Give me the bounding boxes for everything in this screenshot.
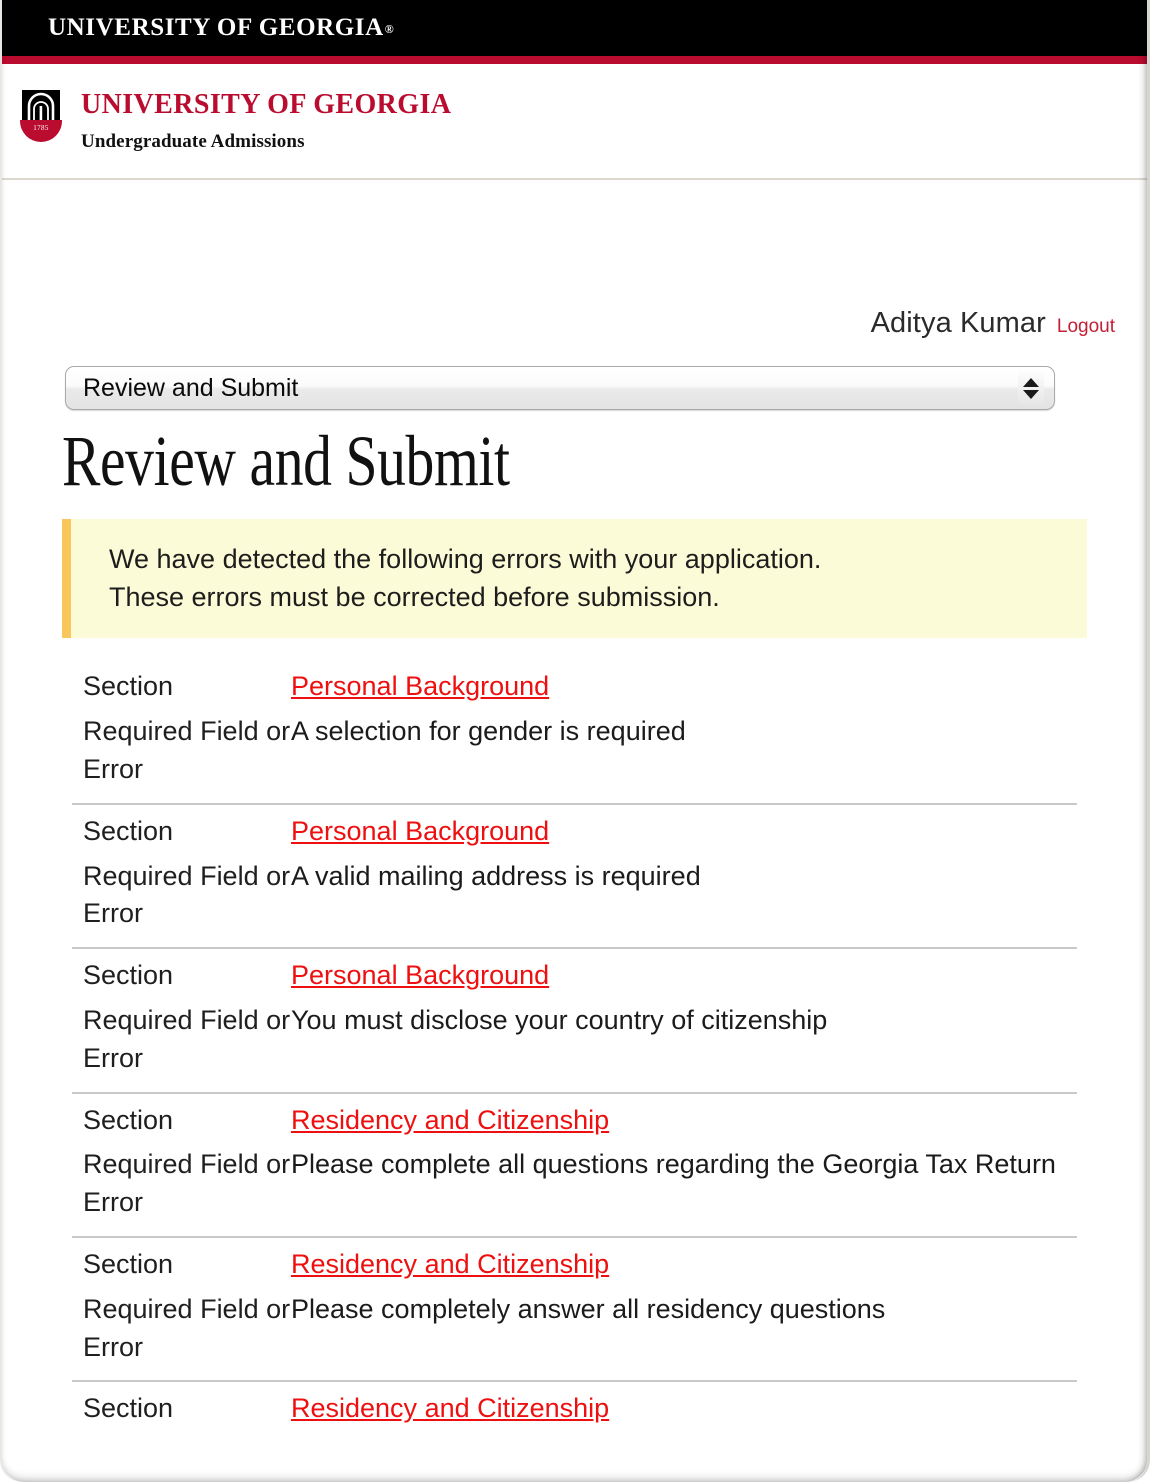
section-link[interactable]: Residency and Citizenship [291,1105,609,1135]
uga-arch-icon[interactable]: 1785 [20,90,62,144]
error-row-section-label: Section [83,1249,174,1280]
table-row: Section Personal Background Required Fie… [72,805,1077,950]
error-row-message-label: Required Field or Error [83,860,291,929]
error-row-message-label: Required Field or Error [83,1293,291,1362]
masthead-divider [2,178,1147,180]
site-masthead: 1785 UNIVERSITY OF GEORGIA Undergraduate… [2,64,1147,178]
error-row-message-line: Required Field or Error A selection for … [72,713,1077,789]
error-row-message-value: Please completely answer all residency q… [291,1293,886,1324]
error-row-section-value: Residency and Citizenship [291,1102,1077,1140]
error-row-section-label: Section [83,815,174,846]
account-bar: Aditya Kumar Logout [2,307,1147,347]
error-row-section-label: Section [83,1393,174,1424]
error-row-message-value: You must disclose your country of citize… [291,1005,828,1036]
section-link[interactable]: Personal Background [291,671,549,701]
section-link[interactable]: Residency and Citizenship [291,1393,609,1423]
error-row-message-line: Required Field or Error A valid mailing … [72,858,1077,934]
error-row-section-line: Section Residency and Citizenship [72,1102,1077,1140]
brand-wordmark: UNIVERSITY OF GEORGIA Undergraduate Admi… [81,88,451,153]
error-row-section-label: Section [83,960,174,991]
section-select-wrapper: Review and Submit [65,366,1055,410]
error-row-section-line: Section Personal Background [72,813,1077,851]
error-row-section-line: Section Personal Background [72,957,1077,995]
error-list: Section Personal Background Required Fie… [72,660,1077,1449]
error-row-section-value: Residency and Citizenship [291,1390,1077,1428]
logout-link[interactable]: Logout [1057,316,1115,338]
crimson-accent-bar [2,56,1147,64]
error-alert-line-2: These errors must be corrected before su… [109,582,720,613]
arch-icon-year: 1785 [33,124,49,132]
account-user-name: Aditya Kumar [870,307,1046,339]
section-link[interactable]: Residency and Citizenship [291,1249,609,1279]
table-row: Section Residency and Citizenship Requir… [72,1238,1077,1383]
error-row-message-value: Please complete all questions regarding … [291,1149,1056,1180]
browser-page-frame: UNIVERSITY OF GEORGIA® 1785 UNIVERSITY O… [0,0,1150,1482]
error-row-message-value: A valid mailing address is required [291,860,701,891]
error-alert-banner: We have detected the following errors wi… [62,518,1087,639]
table-row: Section Residency and Citizenship [72,1382,1077,1449]
error-row-message-line: Required Field or Error Please completel… [72,1291,1077,1367]
uga-global-header-title: UNIVERSITY OF GEORGIA® [48,14,395,41]
table-row: Section Personal Background Required Fie… [72,660,1077,805]
error-row-message-label: Required Field or Error [83,1149,291,1218]
uga-global-header: UNIVERSITY OF GEORGIA® [2,0,1147,56]
error-row-message-label: Required Field or Error [83,1005,291,1073]
error-row-message-line: Required Field or Error You must disclos… [72,1002,1077,1078]
page-title: Review and Submit [62,421,510,501]
error-row-section-label: Section [83,671,174,702]
section-link[interactable]: Personal Background [291,816,549,846]
table-row: Section Residency and Citizenship Requir… [72,1094,1077,1239]
error-row-message-line: Required Field or Error Please complete … [72,1146,1077,1222]
brand-title: UNIVERSITY OF GEORGIA [81,89,452,120]
error-row-section-line: Section Residency and Citizenship [72,1390,1077,1428]
error-row-section-line: Section Residency and Citizenship [72,1246,1077,1284]
error-alert-line-1: We have detected the following errors wi… [109,543,822,574]
section-link[interactable]: Personal Background [291,960,549,990]
error-row-section-label: Section [83,1104,174,1135]
error-row-section-line: Section Personal Background [72,668,1077,706]
error-row-message-label: Required Field or Error [83,716,291,785]
error-row-section-value: Personal Background [291,957,1077,995]
error-row-section-value: Personal Background [291,668,1077,706]
section-select[interactable]: Review and Submit [65,366,1055,410]
brand-subtitle: Undergraduate Admissions [81,131,305,153]
error-row-section-value: Personal Background [291,813,1077,851]
error-row-section-value: Residency and Citizenship [291,1246,1077,1284]
error-row-message-value: A selection for gender is required [291,716,686,747]
registered-trademark-icon: ® [384,22,395,36]
table-row: Section Personal Background Required Fie… [72,949,1077,1094]
